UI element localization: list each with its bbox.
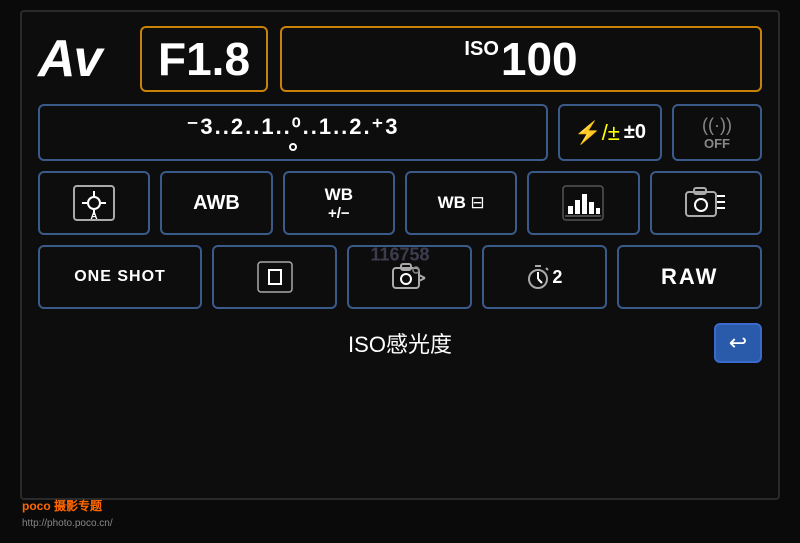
exposure-scale-text: ⁻3..2..1..⁰..1..2.⁺3 xyxy=(187,114,400,140)
flash-value: ±0 xyxy=(624,121,646,144)
histogram-icon xyxy=(561,184,605,222)
camera-settings-icon xyxy=(684,184,728,222)
af-point-box[interactable] xyxy=(212,245,337,309)
live-view-box[interactable] xyxy=(347,245,472,309)
aperture-display[interactable]: F1.8 xyxy=(140,26,268,92)
awb-text: AWB xyxy=(193,192,240,215)
oneshot-box[interactable]: ONE SHOT xyxy=(38,245,202,309)
wb-bracket-box[interactable]: WB ⊟ xyxy=(405,171,517,235)
timer-icon: 2 xyxy=(527,264,562,290)
camera-settings-box[interactable] xyxy=(650,171,762,235)
raw-box[interactable]: RAW xyxy=(617,245,762,309)
wb-adjust-box[interactable]: WB +/− xyxy=(283,171,395,235)
live-view-icon xyxy=(391,260,429,294)
wb-adjust-text: WB +/− xyxy=(325,185,353,222)
row-shoot: ONE SHOT xyxy=(38,245,762,309)
mode-label: Av xyxy=(38,29,128,89)
row-settings: A AWB WB +/− WB ⊟ xyxy=(38,171,762,235)
oneshot-text: ONE SHOT xyxy=(74,268,166,286)
wifi-box[interactable]: ((·)) OFF xyxy=(672,104,762,161)
camera-screen: 116758 Av F1.8 ISO 100 ⁻3..2..1..⁰..1..2… xyxy=(20,10,780,500)
iso-text-label: ISO xyxy=(464,38,498,61)
row-exposure: ⁻3..2..1..⁰..1..2.⁺3 ⚡/± ±0 ((·)) OFF xyxy=(38,104,762,161)
bottom-label: ISO感光度 xyxy=(86,327,714,359)
back-arrow-icon: ↩ xyxy=(729,330,747,356)
iso-value: 100 xyxy=(501,32,578,86)
flash-box[interactable]: ⚡/± ±0 xyxy=(558,104,662,161)
back-button[interactable]: ↩ xyxy=(714,323,762,363)
wifi-indicator: ((·)) OFF xyxy=(702,115,732,151)
exposure-scale-box[interactable]: ⁻3..2..1..⁰..1..2.⁺3 xyxy=(38,104,548,161)
poco-watermark: poco 摄影专题 http://photo.poco.cn/ xyxy=(22,498,113,531)
iso-display[interactable]: ISO 100 xyxy=(280,26,762,92)
histogram-box[interactable] xyxy=(527,171,639,235)
poco-logo: poco 摄影专题 xyxy=(22,499,102,513)
metering-box[interactable]: A xyxy=(38,171,150,235)
awb-box[interactable]: AWB xyxy=(160,171,272,235)
svg-text:A: A xyxy=(91,211,98,222)
poco-url: http://photo.poco.cn/ xyxy=(22,518,113,529)
exposure-marker xyxy=(289,143,297,151)
flash-icon: ⚡/± xyxy=(574,120,620,146)
timer-box[interactable]: 2 xyxy=(482,245,607,309)
wb-bracket-icon: WB ⊟ xyxy=(438,193,485,213)
metering-icon: A xyxy=(72,184,116,222)
bottom-bar: ISO感光度 ↩ xyxy=(38,323,762,363)
af-point-icon xyxy=(256,260,294,294)
row-mode: Av F1.8 ISO 100 xyxy=(38,26,762,92)
raw-text: RAW xyxy=(661,264,718,290)
